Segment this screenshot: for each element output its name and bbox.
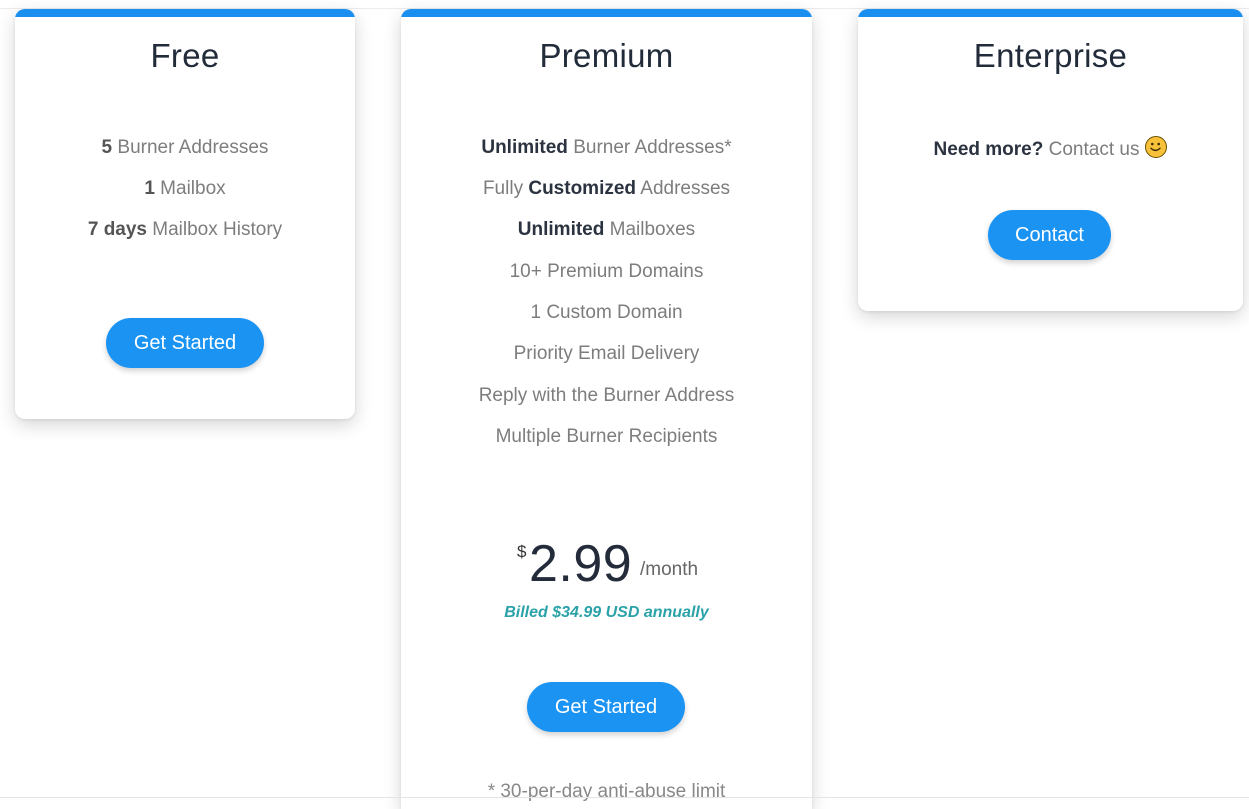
plan-card-premium: Premium Unlimited Burner Addresses* Full…	[401, 9, 812, 809]
card-accent-bar	[858, 9, 1243, 17]
contact-button[interactable]: Contact	[988, 210, 1111, 260]
feature-item: Multiple Burner Recipients	[495, 426, 718, 447]
billed-note: Billed $34.99 USD annually	[504, 604, 709, 621]
card-accent-bar	[15, 9, 355, 17]
feature-item: Unlimited Burner Addresses*	[481, 137, 732, 158]
price-block: $ 2.99 /month	[401, 534, 812, 594]
feature-item: Priority Email Delivery	[513, 343, 700, 364]
bottom-divider	[0, 797, 1249, 798]
price-unit: /month	[640, 559, 699, 580]
get-started-button[interactable]: Get Started	[106, 318, 264, 368]
feature-item: Unlimited Mailboxes	[517, 219, 696, 240]
plan-title: Premium	[539, 37, 674, 74]
get-started-button[interactable]: Get Started	[527, 682, 685, 732]
feature-item: 10+ Premium Domains	[509, 261, 704, 282]
plan-card-enterprise: Enterprise Need more? Contact us Contact	[858, 9, 1243, 311]
need-more-text: Need more? Contact us	[858, 136, 1243, 162]
plan-card-free: Free 5 Burner Addresses 1 Mailbox 7 days…	[15, 9, 355, 419]
price-currency: $	[517, 542, 527, 561]
feature-item: Reply with the Burner Address	[478, 385, 735, 406]
feature-item: 5 Burner Addresses	[101, 137, 269, 158]
plan-title: Enterprise	[973, 37, 1128, 74]
feature-item: Fully Customized Addresses	[482, 178, 731, 199]
smiley-face-icon	[1145, 136, 1168, 158]
feature-item: 1 Custom Domain	[530, 302, 683, 323]
feature-item: 1 Mailbox	[144, 178, 226, 199]
feature-item: 7 days Mailbox History	[87, 219, 283, 240]
price-amount: 2.99	[529, 535, 633, 593]
plan-title: Free	[150, 37, 220, 74]
card-accent-bar	[401, 9, 812, 17]
